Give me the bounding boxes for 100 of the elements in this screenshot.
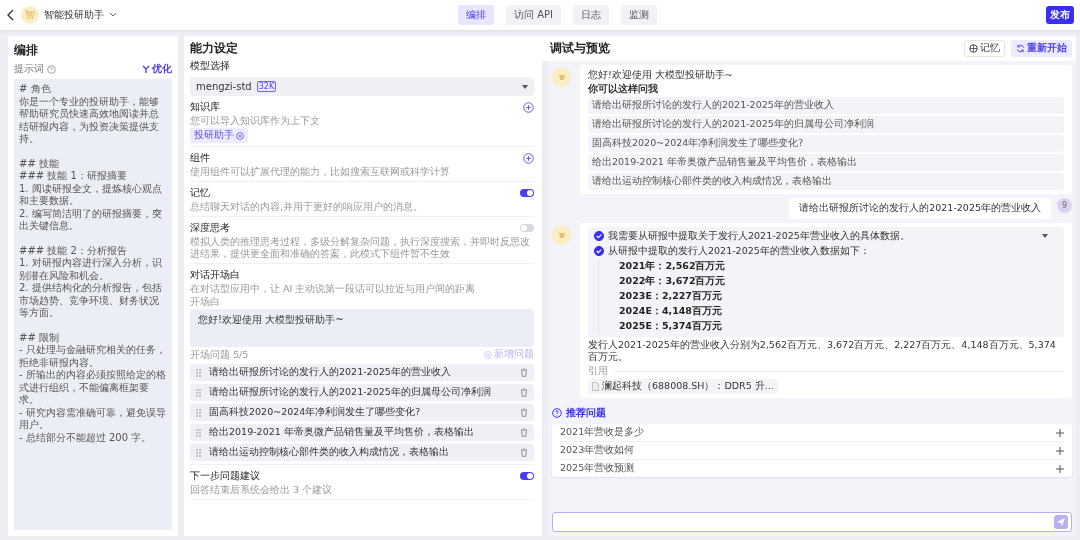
question-row[interactable]: 给出2019-2021 年帝奥微产品销售量及平均售价，表格输出 <box>190 424 534 441</box>
section-description: 回答结束后系统会给出 3 个建议 <box>190 484 334 496</box>
knowledge-tag[interactable]: 投研助手 <box>190 128 248 143</box>
top-tab[interactable]: 日志 <box>573 5 609 25</box>
question-row[interactable]: 请给出研报所讨论的发行人的2021-2025年的归属母公司净利润 <box>190 384 534 401</box>
prompt-line: ### 技能 1：研报摘要 <box>19 170 128 183</box>
app-name[interactable]: 智能投研助手 <box>44 8 104 22</box>
optimize-button[interactable]: 优化 <box>142 62 172 76</box>
close-icon[interactable] <box>236 131 244 140</box>
globe-icon <box>969 44 978 53</box>
top-tab[interactable]: 编排 <box>458 5 494 25</box>
question-text: 请给出研报所讨论的发行人的2021-2025年的营业收入 <box>209 366 452 379</box>
prompt-line: 你是一个专业的投研助手，能够帮助研究员快速高效地阅读并总结研报内容，为投资决策提供支持。 <box>19 95 160 146</box>
suggested-question[interactable]: 请给出研报所讨论的发行人的2021-2025年的归属母公司净利润 <box>588 116 1064 133</box>
prompt-text: 你可以这样问我 <box>588 83 659 95</box>
toggle-switch[interactable] <box>520 224 534 232</box>
citation-chip[interactable]: 澜起科技（688008.SH）：DDR5 升... <box>588 379 778 394</box>
opener-field[interactable]: 您好!欢迎使用 大模型投研助手~ <box>190 309 534 347</box>
drag-handle-icon[interactable] <box>196 428 201 437</box>
trash-icon[interactable] <box>520 388 528 397</box>
panel-title: 能力设定 <box>190 40 239 57</box>
field-label: 提示词 <box>14 62 44 76</box>
section-title: 模型选择 <box>190 59 231 73</box>
section-title: 记忆 <box>190 186 210 200</box>
recommended-question[interactable]: 2023年营收如何 <box>560 442 1064 460</box>
section-title: 下一步问题建议 <box>190 469 260 483</box>
question-text: 2025年营收预测 <box>560 462 635 475</box>
drag-handle-icon[interactable] <box>196 368 201 377</box>
trash-icon[interactable] <box>520 428 528 437</box>
greeting-text: 您好!欢迎使用 大模型投研助手~ <box>588 69 734 81</box>
question-row[interactable]: 请给出研报所讨论的发行人的2021-2025年的营业收入 <box>190 364 534 381</box>
panel-title: 调试与预览 <box>550 40 610 57</box>
section-description: 总结聊天对话的内容,并用于更好的响应用户的消息。 <box>190 201 425 213</box>
caret-icon[interactable] <box>109 12 117 18</box>
publish-button[interactable]: 发布 <box>1046 6 1074 24</box>
prompt-line: 1. 阅读研报全文，提炼核心观点和主要数据。 <box>19 182 163 208</box>
plus-icon <box>1056 464 1064 473</box>
trash-icon[interactable] <box>520 448 528 457</box>
step-text: 从研报中提取的发行人2021-2025年的营业收入数据如下： <box>608 245 870 257</box>
add-icon[interactable] <box>523 101 534 113</box>
app-avatar: 智 <box>21 6 39 24</box>
caret-icon[interactable] <box>1042 234 1048 238</box>
context-badge: 32K <box>256 81 277 92</box>
data-line: 2022年：3,672百万元 <box>619 275 727 288</box>
suggested-question[interactable]: 请给出研报所讨论的发行人的2021-2025年的营业收入 <box>588 97 1064 114</box>
panel-title: 编排 <box>14 42 39 59</box>
field-label: 开场白 <box>190 296 221 308</box>
trash-icon[interactable] <box>520 368 528 377</box>
data-line: 2024E：4,148百万元 <box>619 305 723 318</box>
section-title: 对话开场白 <box>190 268 241 282</box>
prompt-line: ## 限制 <box>19 331 60 344</box>
refresh-icon <box>1016 44 1025 53</box>
restart-button[interactable]: 重新开始 <box>1011 40 1072 57</box>
toggle-switch[interactable] <box>520 189 534 197</box>
send-icon[interactable] <box>1054 515 1068 529</box>
suggested-question[interactable]: 请给出运动控制核心部件类的收入构成情况，表格输出 <box>588 173 1064 190</box>
user-avatar: 9 <box>1057 198 1072 213</box>
prompt-line: 1. 对研报内容进行深入分析，识别潜在风险和机会。 <box>19 257 163 282</box>
user-message: 请给出研报所讨论的发行人的2021-2025年的营业收入 <box>789 198 1051 219</box>
help-icon <box>552 408 562 418</box>
drag-handle-icon[interactable] <box>196 448 201 457</box>
add-icon[interactable] <box>523 152 534 164</box>
data-line: 2021年：2,562百万元 <box>619 260 727 273</box>
section-title: 推荐问题 <box>566 406 606 420</box>
toggle-switch[interactable] <box>520 472 534 480</box>
prompt-line: - 研究内容需准确可靠，避免误导用户。 <box>19 406 167 432</box>
citation-label: 引用 <box>588 365 608 377</box>
back-icon[interactable] <box>6 9 16 21</box>
question-text: 2023年营收如何 <box>560 444 635 457</box>
plus-icon <box>1056 446 1064 455</box>
memory-button[interactable]: 记忆 <box>964 40 1005 57</box>
recommended-question[interactable]: 2021年营收是多少 <box>560 424 1064 442</box>
suggested-question[interactable]: 给出2019-2021 年帝奥微产品销售量及平均售价，表格输出 <box>588 154 1064 171</box>
model-select[interactable]: mengzi-std 32K <box>190 77 534 96</box>
top-tab[interactable]: 访问 API <box>506 5 561 25</box>
answer-text: 发行人2021-2025年的营业收入分别为2,562百万元、3,672百万元、2,227百万元、4,148百万元、5,374百万元。 <box>588 339 1057 363</box>
data-line: 2025E：5,374百万元 <box>619 320 723 333</box>
drag-handle-icon[interactable] <box>196 408 201 417</box>
question-text: 固高科技2020~2024年净利润发生了哪些变化? <box>209 406 422 419</box>
trash-icon[interactable] <box>520 408 528 417</box>
section-title: 知识库 <box>190 100 220 114</box>
top-tab[interactable]: 监测 <box>621 5 657 25</box>
step-text: 我需要从研报中提取关于发行人2021-2025年营业收入的具体数据。 <box>608 230 910 242</box>
question-row[interactable]: 固高科技2020~2024年净利润发生了哪些变化? <box>190 404 534 421</box>
recommended-question[interactable]: 2025年营收预测 <box>560 460 1064 477</box>
drag-handle-icon[interactable] <box>196 388 201 397</box>
document-icon <box>592 382 599 391</box>
chat-input[interactable] <box>552 512 1072 532</box>
section-description: 使用组件可以扩展代理的能力，比如搜索互联网或科学计算 <box>190 166 451 178</box>
model-name: mengzi-std <box>196 81 252 92</box>
data-line: 2023E：2,227百万元 <box>619 290 723 303</box>
prompt-line: ### 技能 2：分析报告 <box>19 244 128 257</box>
prompt-line: - 总结部分不能超过 200 字。 <box>19 431 153 444</box>
bot-avatar-icon <box>552 225 572 245</box>
suggested-question[interactable]: 固高科技2020~2024年净利润发生了哪些变化? <box>588 135 1064 152</box>
question-text: 请给出研报所讨论的发行人的2021-2025年的归属母公司净利润 <box>209 386 492 399</box>
add-icon <box>484 350 492 359</box>
question-row[interactable]: 请给出运动控制核心部件类的收入构成情况，表格输出 <box>190 444 534 461</box>
prompt-line: # 角色 <box>19 83 52 96</box>
question-text: 请给出运动控制核心部件类的收入构成情况，表格输出 <box>209 446 450 459</box>
